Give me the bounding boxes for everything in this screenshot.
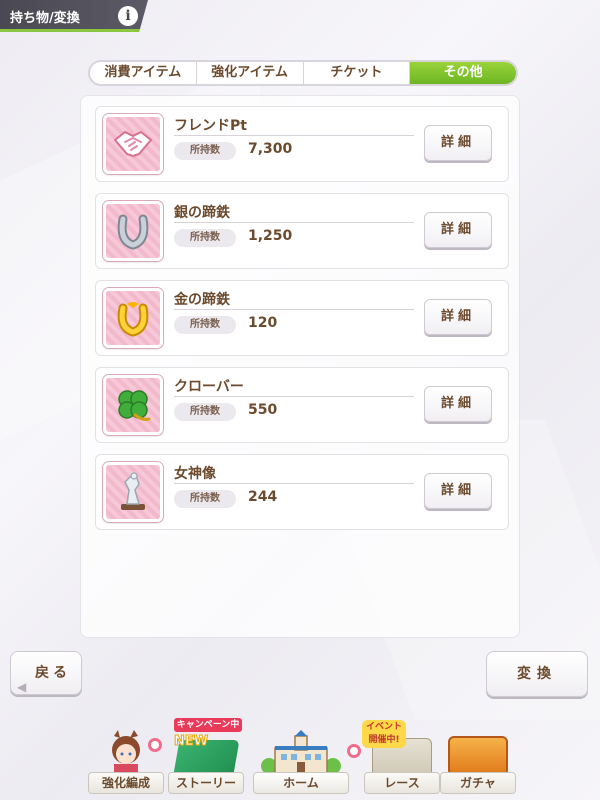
- category-tabs: 消費アイテム 強化アイテム チケット その他: [88, 60, 518, 86]
- item-row-gold-horseshoe: 金の蹄鉄 所持数 120 詳細: [95, 280, 509, 356]
- count-label: 所持数: [174, 229, 236, 247]
- exchange-button[interactable]: 変換: [486, 651, 588, 697]
- nav-label: ストーリー: [168, 772, 244, 794]
- nav-item-home[interactable]: ホーム: [253, 724, 361, 794]
- back-button[interactable]: ◀ 戻る: [10, 651, 82, 695]
- detail-button[interactable]: 詳細: [424, 299, 492, 335]
- silver-horseshoe-icon: [103, 201, 163, 261]
- event-tag: イベント開催中!: [362, 720, 406, 748]
- nav-item-story[interactable]: キャンペーン中 NEW ストーリー: [166, 718, 246, 794]
- item-list-panel: フレンドPt 所持数 7,300 詳細 銀の蹄鉄 所持数 1,250 詳細 金の…: [80, 95, 520, 638]
- item-name: クローバー: [174, 379, 244, 395]
- item-count: 7,300: [248, 141, 293, 157]
- item-count: 244: [248, 489, 278, 505]
- item-row-clover: クローバー 所持数 550 詳細: [95, 367, 509, 443]
- divider: [174, 483, 414, 484]
- detail-button[interactable]: 詳細: [424, 212, 492, 248]
- nav-label: 強化編成: [88, 772, 164, 794]
- item-name: 金の蹄鉄: [174, 292, 230, 308]
- tab-tickets[interactable]: チケット: [304, 62, 411, 84]
- notification-ring: [148, 738, 162, 752]
- nav-item-enhance-formation[interactable]: 強化編成: [86, 724, 166, 794]
- tab-enhancement-items[interactable]: 強化アイテム: [197, 62, 304, 84]
- bottom-nav: 強化編成 キャンペーン中 NEW ストーリー ホーム イベント開催中! レース: [86, 718, 518, 800]
- count-label: 所持数: [174, 142, 236, 160]
- item-row-friend-pt: フレンドPt 所持数 7,300 詳細: [95, 106, 509, 182]
- school-building-icon: [261, 730, 341, 775]
- notification-ring: [347, 744, 361, 758]
- item-count: 120: [248, 315, 278, 331]
- item-name: 銀の蹄鉄: [174, 205, 230, 221]
- item-count: 1,250: [248, 228, 293, 244]
- gacha-icon: [448, 736, 508, 776]
- count-label: 所持数: [174, 490, 236, 508]
- character-icon: [96, 730, 156, 774]
- count-label: 所持数: [174, 403, 236, 421]
- item-row-silver-horseshoe: 銀の蹄鉄 所持数 1,250 詳細: [95, 193, 509, 269]
- divider: [174, 309, 414, 310]
- nav-item-gacha[interactable]: ガチャ: [438, 724, 518, 794]
- nav-item-race[interactable]: イベント開催中! レース: [362, 720, 442, 794]
- nav-label: レース: [364, 772, 440, 794]
- info-icon[interactable]: i: [118, 6, 138, 26]
- divider: [174, 135, 414, 136]
- campaign-tag: キャンペーン中: [174, 718, 242, 732]
- gold-horseshoe-icon: [103, 288, 163, 348]
- goddess-statue-icon: [103, 462, 163, 522]
- divider: [174, 222, 414, 223]
- item-count: 550: [248, 402, 278, 418]
- clover-icon: [103, 375, 163, 435]
- page-title: 持ち物/変換: [10, 11, 80, 26]
- detail-button[interactable]: 詳細: [424, 386, 492, 422]
- item-name: フレンドPt: [174, 118, 247, 134]
- nav-label: ガチャ: [440, 772, 516, 794]
- nav-label: ホーム: [253, 772, 349, 794]
- screen-header: 持ち物/変換 i: [0, 0, 148, 32]
- tab-others[interactable]: その他: [410, 62, 516, 84]
- count-label: 所持数: [174, 316, 236, 334]
- tab-consumable-items[interactable]: 消費アイテム: [90, 62, 197, 84]
- detail-button[interactable]: 詳細: [424, 473, 492, 509]
- detail-button[interactable]: 詳細: [424, 125, 492, 161]
- back-button-label: 戻る: [35, 665, 71, 681]
- item-name: 女神像: [174, 466, 216, 482]
- back-arrow-icon: ◀: [17, 680, 27, 694]
- item-row-goddess-statue: 女神像 所持数 244 詳細: [95, 454, 509, 530]
- new-badge: NEW: [173, 734, 209, 750]
- divider: [174, 396, 414, 397]
- handshake-icon: [103, 114, 163, 174]
